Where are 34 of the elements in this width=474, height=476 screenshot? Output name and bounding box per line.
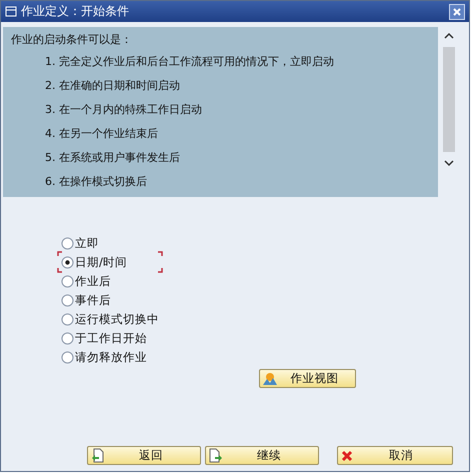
scrollbar-thumb[interactable] xyxy=(443,47,455,152)
info-list-item: 5. 在系统或用户事件发生后 xyxy=(44,150,181,165)
radio-button[interactable] xyxy=(61,274,74,288)
info-list-item: 1. 完全定义作业后和后台工作流程可用的情况下，立即启动 xyxy=(44,54,335,69)
page-back-icon xyxy=(91,448,105,463)
radio-button[interactable] xyxy=(61,312,74,326)
landscape-icon xyxy=(263,372,277,386)
info-list-item: 4. 在另一个作业结束后 xyxy=(44,126,159,141)
cancel-button[interactable]: 取消 xyxy=(337,446,453,465)
close-icon xyxy=(341,450,353,462)
radio-option[interactable]: 事件后 xyxy=(61,292,111,308)
radio-option[interactable]: 立即 xyxy=(61,235,99,251)
page-forward-icon xyxy=(209,448,223,463)
back-button[interactable]: 返回 xyxy=(87,446,201,465)
radio-button[interactable] xyxy=(61,350,74,364)
window-title: 作业定义：开始条件 xyxy=(21,3,130,20)
radio-option[interactable]: 日期/时间 xyxy=(61,254,127,270)
job-view-button[interactable]: 作业视图 xyxy=(259,369,356,388)
window-icon xyxy=(5,6,17,17)
continue-button[interactable]: 继续 xyxy=(205,446,319,465)
info-list-item: 6. 在操作模式切换后 xyxy=(44,174,148,189)
radio-button[interactable] xyxy=(61,236,74,250)
info-heading: 作业的启动条件可以是： xyxy=(11,32,133,47)
radio-button[interactable] xyxy=(61,294,74,306)
radio-button[interactable] xyxy=(61,332,74,344)
close-icon xyxy=(452,6,462,16)
radio-option[interactable]: 作业后 xyxy=(61,273,111,289)
info-list-item: 2. 在准确的日期和时间启动 xyxy=(44,78,181,93)
info-list-item: 3. 在一个月内的特殊工作日启动 xyxy=(44,102,203,117)
radio-button[interactable] xyxy=(61,256,74,268)
close-button[interactable] xyxy=(449,4,465,20)
radio-option[interactable]: 运行模式切换中 xyxy=(61,311,159,327)
radio-option[interactable]: 请勿释放作业 xyxy=(61,349,147,365)
radio-option[interactable]: 于工作日开始 xyxy=(61,330,147,346)
